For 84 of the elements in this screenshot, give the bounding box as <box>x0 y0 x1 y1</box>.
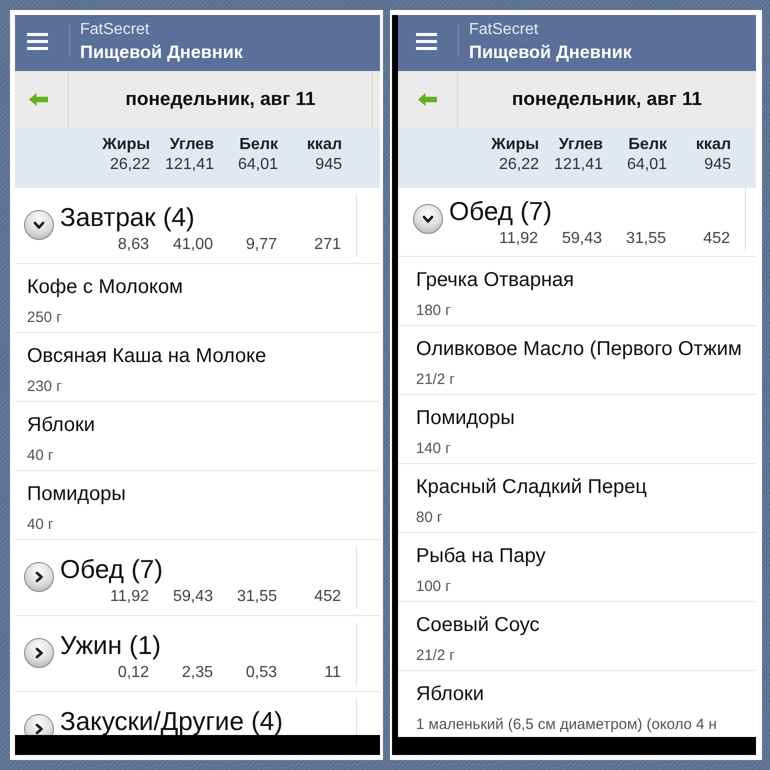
food-name: Красный Сладкий Перец <box>416 475 647 499</box>
date-title: понедельник, авг 11 <box>512 88 702 110</box>
meal-title: Обед (7) <box>60 554 163 584</box>
food-list-item[interactable]: Помидоры 140 г <box>398 395 756 464</box>
food-list-item[interactable]: Овсяная Каша на Молоке 230 г <box>15 333 380 402</box>
total-value: 26,22 <box>110 155 150 175</box>
food-list-item[interactable]: Рыба на Пару 100 г <box>398 533 756 602</box>
meal-value: 31,55 <box>626 229 666 249</box>
meal-value: 0,53 <box>246 663 277 683</box>
nutrient-label: Жиры <box>102 135 150 155</box>
total-value: 121,41 <box>554 155 603 175</box>
chevron-down-icon[interactable] <box>24 210 54 240</box>
meal-value: 11 <box>324 663 341 683</box>
app-name: FatSecret <box>80 20 150 40</box>
food-list-item[interactable]: Яблоки 40 г <box>15 402 380 471</box>
total-value: 26,22 <box>498 155 539 175</box>
food-name: Помидоры <box>27 482 126 506</box>
meal-value: 31,55 <box>236 587 277 607</box>
food-list-item[interactable]: Красный Сладкий Перец 80 г <box>398 464 756 533</box>
total-value: 64,01 <box>238 155 278 175</box>
meal-value: 0,12 <box>118 663 149 683</box>
food-name: Гречка Отварная <box>416 268 574 292</box>
total-value: 945 <box>315 155 342 175</box>
food-amount: 1 маленький (6,5 см диаметром) (около 4 н <box>416 716 717 734</box>
meal-value: 8,63 <box>118 235 149 255</box>
food-list-item[interactable]: Гречка Отварная 180 г <box>398 257 756 326</box>
meal-title: Завтрак (4) <box>60 202 195 232</box>
food-name: Яблоки <box>27 413 95 437</box>
meal-value: 2,35 <box>182 663 213 683</box>
meal-value: 11,92 <box>499 229 538 249</box>
meal-title: Ужин (1) <box>60 630 161 660</box>
total-value: 945 <box>704 155 731 175</box>
chevron-right-icon[interactable] <box>24 638 54 668</box>
food-amount: 140 г <box>416 440 451 458</box>
food-amount: 40 г <box>27 516 54 534</box>
nutrient-label: ккал <box>306 135 342 155</box>
food-name: Овсяная Каша на Молоке <box>27 344 266 368</box>
nutrient-label: Белк <box>239 135 278 155</box>
meal-title: Обед (7) <box>449 196 552 226</box>
food-amount: 230 г <box>27 378 62 396</box>
menu-icon[interactable] <box>416 32 437 50</box>
nutrient-label: Белк <box>628 135 667 155</box>
nutrient-label: Углев <box>558 135 603 155</box>
meal-value: 9,77 <box>246 235 277 255</box>
food-list-item[interactable]: Помидоры 40 г <box>15 471 380 540</box>
nutrient-label: Углев <box>170 135 214 155</box>
food-amount: 250 г <box>27 309 62 327</box>
food-amount: 100 г <box>416 578 451 596</box>
meal-value: 41,00 <box>172 235 213 255</box>
chevron-right-icon[interactable] <box>24 562 54 592</box>
food-list-item[interactable]: Яблоки 1 маленький (6,5 см диаметром) (около 4 н <box>398 671 756 734</box>
meal-value: 271 <box>314 235 341 255</box>
meal-value: 59,43 <box>172 587 213 607</box>
menu-icon[interactable] <box>27 32 48 50</box>
nutrient-label: Жиры <box>491 135 539 155</box>
food-name: Соевый Соус <box>416 613 540 637</box>
meal-value: 59,43 <box>562 229 602 249</box>
arrow-left-icon <box>418 93 437 106</box>
chevron-down-icon[interactable] <box>413 204 443 234</box>
chevron-right-icon[interactable] <box>24 714 54 735</box>
meal-value: 11,92 <box>110 587 149 607</box>
arrow-left-icon <box>29 93 48 106</box>
meal-value: 452 <box>314 587 341 607</box>
total-value: 64,01 <box>626 155 667 175</box>
app-name: FatSecret <box>469 20 540 40</box>
food-name: Помидоры <box>416 406 515 430</box>
food-name: Кофе с Молоком <box>27 275 183 299</box>
page-title: Пищевой Дневник <box>80 41 243 63</box>
food-amount: 21/2 г <box>416 371 455 389</box>
food-name: Рыба на Пару <box>416 544 546 568</box>
meal-value: 452 <box>703 229 730 249</box>
nutrient-label: ккал <box>696 135 731 155</box>
page-title: Пищевой Дневник <box>469 41 632 63</box>
food-name: Яблоки <box>416 682 484 706</box>
total-value: 121,41 <box>165 155 214 175</box>
food-amount: 40 г <box>27 447 54 465</box>
food-amount: 21/2 г <box>416 647 455 665</box>
food-amount: 180 г <box>416 302 451 320</box>
food-list-item[interactable]: Оливковое Масло (Первого Отжим 21/2 г <box>398 326 756 395</box>
food-list-item[interactable]: Соевый Соус 21/2 г <box>398 602 756 671</box>
food-list-item[interactable]: Кофе с Молоком 250 г <box>15 264 380 333</box>
food-amount: 80 г <box>416 509 442 527</box>
date-title: понедельник, авг 11 <box>125 88 316 110</box>
food-name: Оливковое Масло (Первого Отжим <box>416 337 742 361</box>
